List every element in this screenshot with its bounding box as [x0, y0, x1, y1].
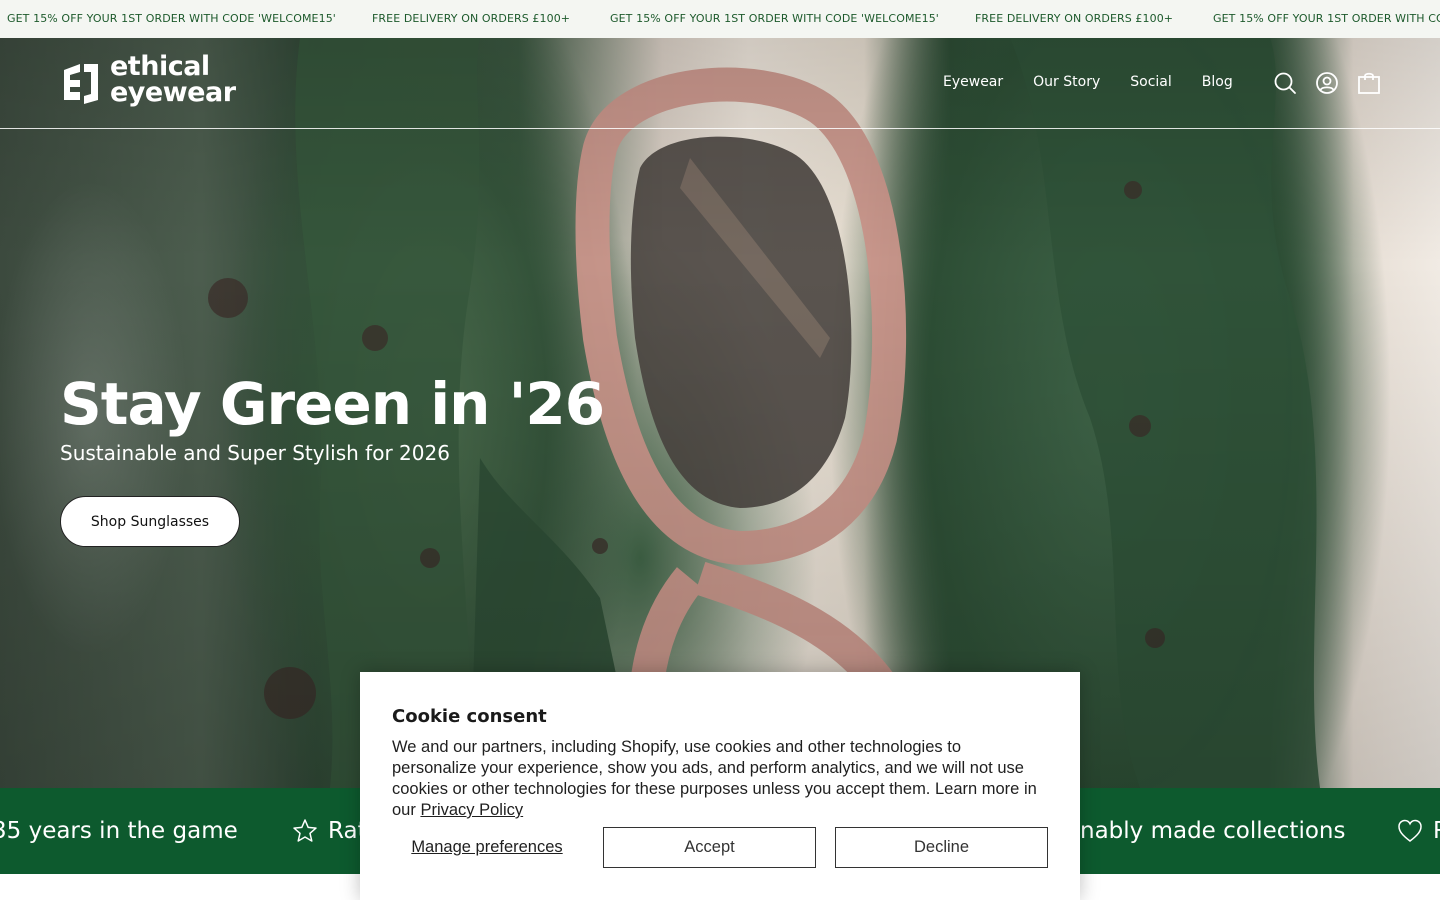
- nav-item-social[interactable]: Social: [1130, 74, 1172, 90]
- usp-text: 35 years in the game: [0, 818, 238, 844]
- cookie-consent-dialog: Cookie consent We and our partners, incl…: [360, 672, 1080, 900]
- site-logo[interactable]: ethical eyewear: [60, 53, 260, 110]
- site-header: ethical eyewear Eyewear Our Story Social…: [0, 38, 1440, 129]
- announcement-text: FREE DELIVERY ON ORDERS £100+: [372, 12, 571, 25]
- announcement-text: GET 15% OFF YOUR 1ST ORDER WITH CODE 'WE…: [610, 12, 939, 25]
- decline-button[interactable]: Decline: [835, 827, 1048, 868]
- nav-item-eyewear[interactable]: Eyewear: [943, 74, 1003, 90]
- usp-item: nably made collections: [1080, 818, 1345, 844]
- main-nav: Eyewear Our Story Social Blog: [943, 74, 1263, 90]
- privacy-policy-link[interactable]: Privacy Policy: [420, 801, 523, 819]
- accept-button[interactable]: Accept: [603, 827, 816, 868]
- search-icon[interactable]: [1273, 71, 1297, 95]
- cookie-title: Cookie consent: [392, 706, 547, 727]
- manage-preferences-button[interactable]: Manage preferences: [392, 827, 582, 868]
- nav-item-blog[interactable]: Blog: [1202, 74, 1233, 90]
- cookie-actions: Manage preferences Accept Decline: [392, 827, 1048, 868]
- account-icon[interactable]: [1315, 71, 1339, 95]
- cookie-body: We and our partners, including Shopify, …: [392, 737, 1048, 821]
- usp-item: 35 years in the game: [0, 818, 238, 844]
- heart-icon: [1397, 818, 1423, 844]
- logo-icon: [64, 64, 98, 104]
- hero-subtitle: Sustainable and Super Stylish for 2026: [60, 441, 450, 465]
- usp-item: Rat: [292, 818, 367, 844]
- hero-title: Stay Green in '26: [60, 370, 605, 438]
- logo-line2: eyewear: [110, 77, 236, 108]
- nav-item-our-story[interactable]: Our Story: [1033, 74, 1100, 90]
- usp-text: R: [1433, 818, 1440, 844]
- usp-text: nably made collections: [1080, 818, 1346, 844]
- star-icon: [292, 818, 318, 844]
- announcement-bar: GET 15% OFF YOUR 1ST ORDER WITH CODE 'WE…: [0, 0, 1440, 38]
- cart-icon[interactable]: [1357, 71, 1381, 95]
- usp-item: R: [1397, 818, 1440, 844]
- shop-sunglasses-button[interactable]: Shop Sunglasses: [60, 496, 240, 547]
- announcement-text: GET 15% OFF YOUR 1ST ORDER WITH CODE 'WE…: [7, 12, 336, 25]
- announcement-text: FREE DELIVERY ON ORDERS £100+: [975, 12, 1174, 25]
- announcement-text: GET 15% OFF YOUR 1ST ORDER WITH CODE 'WE…: [1213, 12, 1440, 25]
